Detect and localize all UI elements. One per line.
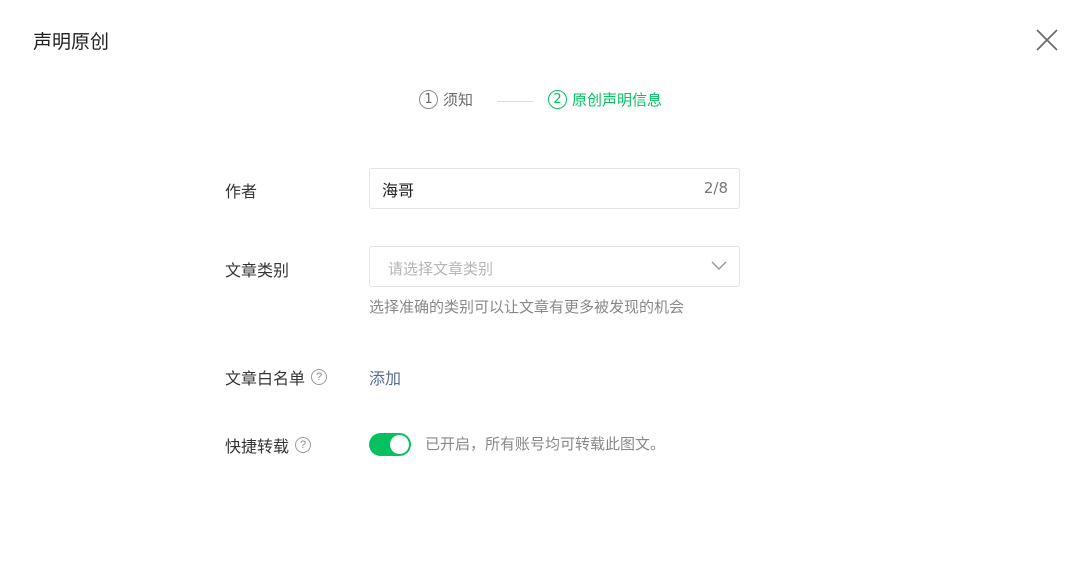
category-hint: 选择准确的类别可以让文章有更多被发现的机会 [369, 298, 685, 316]
whitelist-label: 文章白名单 [225, 369, 306, 388]
quick-repost-label-row: 快捷转载 ? [225, 433, 312, 457]
step-indicator: 1 须知 2 原创声明信息 [0, 89, 1080, 115]
toggle-knob [390, 435, 409, 454]
whitelist-add-link[interactable]: 添加 [369, 365, 401, 389]
author-label: 作者 [225, 182, 258, 201]
step-2-number: 2 [548, 90, 567, 109]
category-select[interactable]: 请选择文章类别 [369, 246, 740, 287]
help-icon[interactable]: ? [311, 369, 328, 385]
step-divider [497, 101, 533, 102]
author-input[interactable] [382, 169, 682, 208]
help-icon[interactable]: ? [295, 437, 312, 453]
chevron-down-icon [711, 261, 727, 271]
close-icon[interactable] [1034, 27, 1060, 53]
step-1-number: 1 [419, 90, 438, 109]
step-2: 2 原创声明信息 [548, 89, 662, 110]
step-1-label: 须知 [443, 91, 474, 109]
dialog-title: 声明原创 [33, 31, 110, 53]
quick-repost-status: 已开启，所有账号均可转载此图文。 [425, 435, 666, 453]
author-char-counter: 2/8 [703, 179, 728, 197]
whitelist-label-row: 文章白名单 ? [225, 365, 328, 389]
step-1: 1 须知 [419, 89, 473, 110]
category-label: 文章类别 [225, 261, 290, 280]
quick-repost-label: 快捷转载 [225, 437, 290, 456]
quick-repost-toggle[interactable] [369, 433, 411, 456]
category-placeholder: 请选择文章类别 [388, 260, 494, 278]
author-field[interactable]: 2/8 [369, 168, 740, 209]
step-2-label: 原创声明信息 [572, 91, 663, 109]
